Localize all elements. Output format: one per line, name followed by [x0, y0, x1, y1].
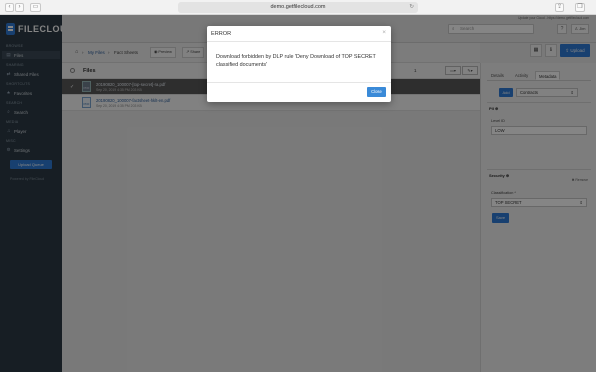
- address-bar[interactable]: demo.getfilecloud.com ↻: [178, 2, 418, 13]
- close-button[interactable]: Close: [367, 87, 386, 97]
- dialog-footer-divider: [207, 82, 391, 83]
- dialog-header: ERROR ×: [207, 26, 391, 42]
- browser-toolbar: ‹ › ▭ demo.getfilecloud.com ↻ ⇪ ❐: [0, 0, 596, 15]
- error-dialog: ERROR × Download forbidden by DLP rule '…: [207, 26, 391, 102]
- share-icon[interactable]: ⇪: [555, 3, 564, 12]
- url-text: demo.getfilecloud.com: [270, 4, 326, 10]
- dialog-title: ERROR: [211, 31, 232, 37]
- reload-icon[interactable]: ↻: [409, 2, 414, 13]
- forward-button[interactable]: ›: [15, 3, 24, 12]
- error-message: Download forbidden by DLP rule 'Deny Dow…: [216, 54, 376, 68]
- back-button[interactable]: ‹: [5, 3, 14, 12]
- tabs-icon[interactable]: ❐: [575, 3, 585, 12]
- close-icon[interactable]: ×: [382, 29, 386, 36]
- sidebar-toggle-icon[interactable]: ▭: [30, 3, 41, 12]
